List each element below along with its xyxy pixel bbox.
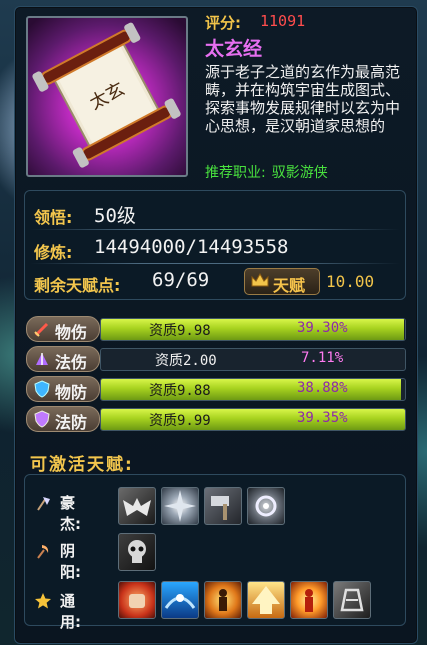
attribute-label: 物伤	[55, 323, 88, 342]
talent-points-value: 69/69	[152, 269, 210, 291]
talent-group-label: 阴阳:	[60, 542, 81, 581]
item-name: 太玄经	[205, 38, 263, 60]
comprehension-value: 50级	[94, 205, 136, 227]
attribute-quality: 资质9.88	[149, 383, 211, 399]
bat-wings-icon[interactable]	[118, 487, 156, 525]
cultivation-label: 修炼:	[34, 243, 73, 262]
attribute-bar: 资质9.88 38.88%	[100, 378, 406, 401]
attribute-quality: 资质9.98	[149, 323, 211, 339]
recommended-class-label: 推荐职业:	[205, 165, 266, 181]
recommended-class: 推荐职业: 驭影游侠	[205, 162, 328, 182]
comprehension-label: 领悟:	[34, 208, 73, 227]
burst-icon[interactable]	[161, 487, 199, 525]
score-value: 11091	[260, 12, 306, 30]
scroll-icon: 太玄	[32, 22, 181, 168]
attribute-row: 物防 资质9.88 38.88%	[26, 376, 406, 402]
attribute-percent: 39.30%	[297, 320, 348, 336]
talents-section-title: 可激活天赋:	[30, 455, 134, 475]
attribute-bar-fill	[101, 409, 405, 430]
talent-points-label: 剩余天赋点:	[34, 276, 121, 295]
divider	[30, 263, 400, 264]
golden-arrow-icon[interactable]	[247, 581, 285, 619]
magic-shield-icon	[34, 410, 50, 428]
talent-group-label: 豪杰:	[60, 494, 81, 533]
talent-button-label: 天赋	[273, 276, 306, 295]
attribute-bar: 资质9.98 39.30%	[100, 318, 406, 341]
red-figure-icon[interactable]	[290, 581, 328, 619]
talent-button-value: 10.00	[326, 272, 375, 291]
sword-icon	[34, 322, 49, 337]
swirl-icon[interactable]	[247, 487, 285, 525]
attribute-tag: 法伤	[26, 346, 100, 372]
attribute-percent: 7.11%	[301, 350, 344, 366]
cultivation-value: 14494000/14493558	[94, 236, 289, 258]
attribute-quality: 资质9.99	[149, 413, 211, 429]
score-label: 评分:	[205, 14, 241, 32]
attribute-tag: 物伤	[26, 316, 100, 342]
attribute-row: 法伤 资质2.00 7.11%	[26, 346, 406, 372]
axe-icon	[37, 497, 50, 511]
attribute-tag: 物防	[26, 376, 100, 402]
crown-icon	[251, 273, 269, 287]
attribute-label: 法防	[55, 413, 88, 432]
item-description: 源于老子之道的玄作为最高范畴，并在构筑宇宙生成图式、探索事物发展规律时以玄为中心…	[205, 63, 401, 135]
attribute-bar: 资质9.99 39.35%	[100, 408, 406, 431]
shield-icon	[34, 380, 50, 398]
attribute-percent: 38.88%	[297, 380, 348, 396]
attribute-row: 物伤 资质9.98 39.30%	[26, 316, 406, 342]
attribute-bar: 资质2.00 7.11%	[100, 348, 406, 371]
attribute-quality: 资质2.00	[155, 353, 217, 369]
divider	[30, 229, 400, 230]
blue-wave-icon[interactable]	[161, 581, 199, 619]
attribute-label: 物防	[55, 383, 88, 402]
hammer-icon[interactable]	[204, 487, 242, 525]
talent-group-label: 通用:	[60, 592, 81, 631]
attribute-percent: 39.35%	[297, 410, 348, 426]
magic-icon	[36, 353, 48, 365]
item-icon: 太玄	[26, 16, 188, 177]
skull-icon[interactable]	[118, 533, 156, 571]
rune-icon[interactable]	[333, 581, 371, 619]
talent-button[interactable]: 天赋	[244, 268, 320, 295]
star-icon	[35, 593, 51, 609]
attribute-tag: 法防	[26, 406, 100, 432]
attribute-row: 法防 资质9.99 39.35%	[26, 406, 406, 432]
attribute-bar-fill	[101, 319, 405, 340]
attribute-label: 法伤	[55, 353, 88, 372]
fist-icon[interactable]	[118, 581, 156, 619]
fire-figure-icon[interactable]	[204, 581, 242, 619]
sickle-icon	[37, 545, 49, 559]
recommended-class-value: 驭影游侠	[271, 165, 328, 181]
attribute-bar-fill	[101, 379, 402, 400]
